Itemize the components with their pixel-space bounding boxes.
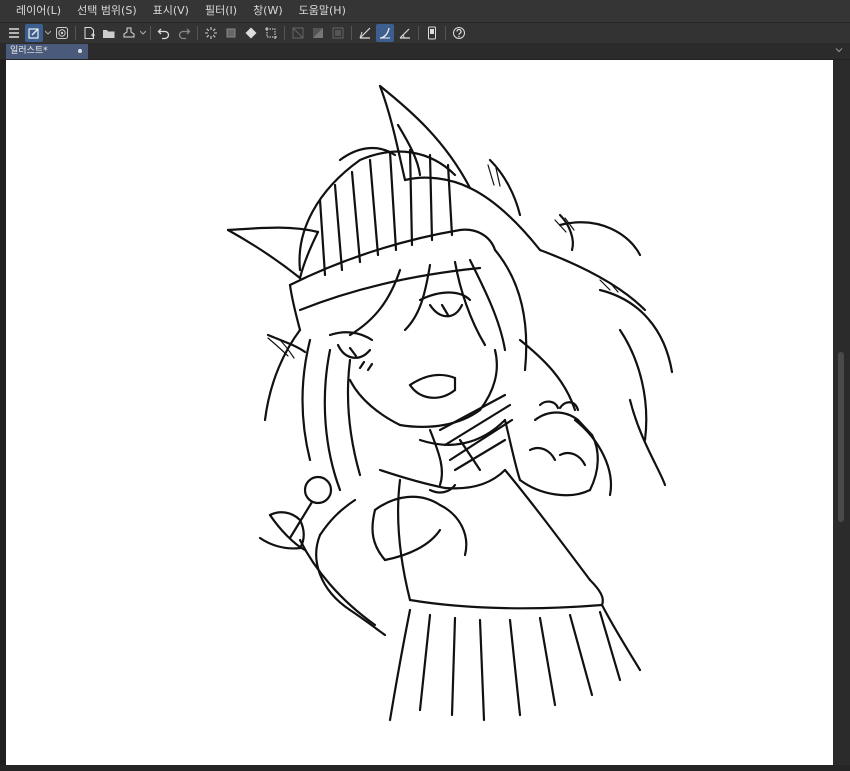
drawing-canvas[interactable] [6,60,833,765]
chevron-down-icon[interactable] [44,24,52,42]
menu-window[interactable]: 창(W) [245,0,291,22]
help-icon[interactable] [450,24,468,42]
document-tab[interactable]: 일러스트* [6,44,88,59]
toolbar-divider [284,26,285,40]
edit-tool-icon[interactable] [25,24,43,42]
spiral-icon[interactable] [53,24,71,42]
vertical-scrollbar[interactable] [833,60,850,765]
menu-selection[interactable]: 선택 범위(S) [69,0,145,22]
device-icon[interactable] [423,24,441,42]
ruler-corner-icon[interactable] [356,24,374,42]
menu-help[interactable]: 도움말(H) [291,0,354,22]
menu-filter[interactable]: 필터(I) [197,0,245,22]
hamburger-menu-icon[interactable] [5,24,23,42]
document-tab-label: 일러스트* [10,46,48,56]
save-stamp-icon[interactable] [120,24,138,42]
command-toolbar [0,23,850,43]
sketch-illustration [226,84,674,722]
toolbar-divider [418,26,419,40]
toolbar-divider [197,26,198,40]
menu-bar: 레이어(L) 선택 범위(S) 표시(V) 필터(I) 창(W) 도움말(H) [0,0,850,23]
transform-icon[interactable] [222,24,240,42]
toolbar-divider [150,26,151,40]
close-icon[interactable] [78,49,82,53]
redo-icon[interactable] [175,24,193,42]
crop-icon[interactable] [262,24,280,42]
layer-hide-icon[interactable] [289,24,307,42]
toolbar-divider [75,26,76,40]
new-file-icon[interactable] [80,24,98,42]
menu-layer[interactable]: 레이어(L) [8,0,69,22]
document-tab-bar: 일러스트* [0,43,850,60]
undo-icon[interactable] [155,24,173,42]
layer-frame-icon[interactable] [329,24,347,42]
ruler-angle-icon[interactable] [396,24,414,42]
selection-sparkle-icon[interactable] [202,24,220,42]
ruler-curve-icon[interactable] [376,24,394,42]
fill-icon[interactable] [242,24,260,42]
toolbar-divider [351,26,352,40]
chevron-down-icon[interactable] [834,45,844,55]
status-bar [0,765,850,771]
toolbar-divider [445,26,446,40]
layer-gradient-icon[interactable] [309,24,327,42]
scrollbar-thumb[interactable] [838,352,844,522]
menu-view[interactable]: 표시(V) [145,0,197,22]
open-folder-icon[interactable] [100,24,118,42]
chevron-down-icon[interactable] [139,24,147,42]
